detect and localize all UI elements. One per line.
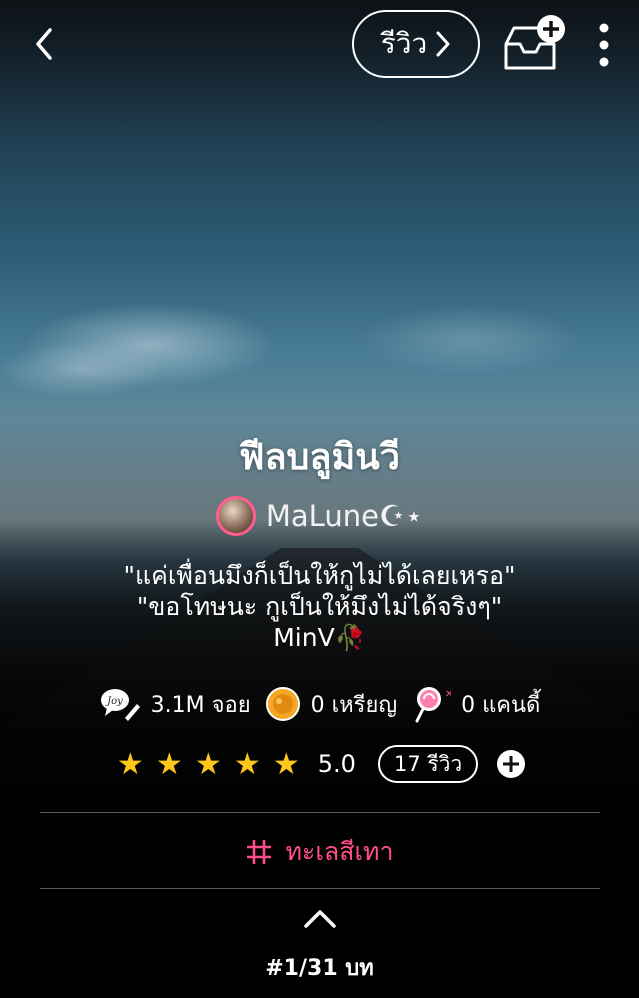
stats-row: Joy 3.1M จอย 0 เหรียญ ✕ 0 แคนดี้ [0,682,639,726]
back-button[interactable] [28,24,64,64]
author-link[interactable]: MaLune☪︎⋆ [0,494,639,538]
joy-stat: Joy 3.1M จอย [99,686,251,722]
review-count-button[interactable]: 17 รีวิว [377,745,479,783]
author-avatar [215,496,256,536]
novel-title: ฟีลบลูมินวี [238,437,400,478]
library-add-icon [504,15,565,70]
tag-label: ทะเลสีเทา [285,837,394,866]
divider [40,812,600,813]
chevron-up-icon [304,910,336,928]
rating-value: 5.0 [317,750,356,778]
rating-row: ★ ★ ★ ★ ★ 5.0 17 รีวิว [0,744,639,784]
collapse-button[interactable] [302,906,338,930]
synopsis-line: MinV🥀 [273,623,366,652]
star-icon: ★ [272,746,300,782]
candy-stat: ✕ 0 แคนดี้ [411,685,540,723]
star-icon: ★ [194,746,222,782]
svg-text:✕: ✕ [445,689,451,700]
synopsis-line: "แค่เพื่อนมึงก็เป็นให้กูไม่ได้เลยเหรอ" [123,561,516,590]
tag-link[interactable]: ทะเลสีเทา [0,830,639,874]
star-icon: ★ [155,746,183,782]
candy-count: 0 แคนดี้ [461,692,541,718]
star-icon: ★ [233,746,261,782]
coin-stat: 0 เหรียญ [265,686,397,722]
star-icon: ★ [116,746,144,782]
joy-icon: Joy [100,689,140,721]
chapter-indicator: #1/31 บท [265,956,374,981]
author-name: MaLune☪︎⋆ [265,499,424,533]
more-vertical-icon [599,23,609,67]
back-arrow-icon [36,28,52,60]
joy-count: 3.1M จอย [150,692,251,718]
plus-circle-icon[interactable] [496,749,526,779]
more-options-button[interactable] [590,20,618,70]
divider [40,888,600,889]
candy-icon: ✕ [415,687,451,723]
review-button[interactable]: รีวิว [352,10,480,78]
add-to-library-button[interactable] [500,14,572,74]
svg-text:Joy: Joy [105,696,123,707]
synopsis-line: "ขอโทษนะ กูเป็นให้มึงไม่ได้จริงๆ" [136,592,503,621]
coin-icon [265,687,300,721]
synopsis: "แค่เพื่อนมึงก็เป็นให้กูไม่ได้เลยเหรอ" "… [0,560,639,653]
coin-count: 0 เหรียญ [310,692,398,718]
hashtag-icon [247,840,272,864]
review-button-label: รีวิว [380,27,428,60]
chevron-right-icon [436,31,450,57]
